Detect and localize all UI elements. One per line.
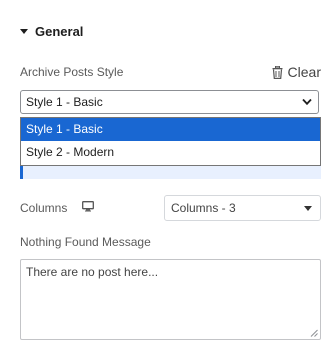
resize-handle-icon[interactable] xyxy=(310,329,318,337)
section-toggle-general[interactable]: General xyxy=(20,22,83,40)
columns-label: Columns xyxy=(20,201,68,215)
nothing-found-textarea[interactable]: There are no post here... xyxy=(20,259,321,340)
columns-value: Columns - 3 xyxy=(171,201,236,215)
trash-icon xyxy=(272,65,283,79)
desktop-icon[interactable] xyxy=(82,201,94,212)
archive-posts-style-label: Archive Posts Style xyxy=(20,65,124,79)
caret-down-icon xyxy=(20,28,28,34)
archive-posts-style-select[interactable]: Style 1 - Basic xyxy=(20,90,319,114)
chevron-down-icon xyxy=(302,98,312,106)
nothing-found-label: Nothing Found Message xyxy=(20,235,151,249)
archive-style-dropdown: Style 1 - Basic Style 2 - Modern xyxy=(20,117,321,166)
clear-button[interactable]: Clear xyxy=(272,63,321,81)
selected-style-preview xyxy=(20,165,321,179)
section-title: General xyxy=(35,23,84,39)
nothing-found-value: There are no post here... xyxy=(26,265,159,279)
dropdown-option[interactable]: Style 1 - Basic xyxy=(21,118,320,141)
clear-label: Clear xyxy=(287,64,321,80)
archive-posts-style-value: Style 1 - Basic xyxy=(26,95,103,109)
caret-down-icon xyxy=(304,206,312,211)
columns-select[interactable]: Columns - 3 xyxy=(164,195,321,221)
dropdown-option[interactable]: Style 2 - Modern xyxy=(21,141,320,164)
